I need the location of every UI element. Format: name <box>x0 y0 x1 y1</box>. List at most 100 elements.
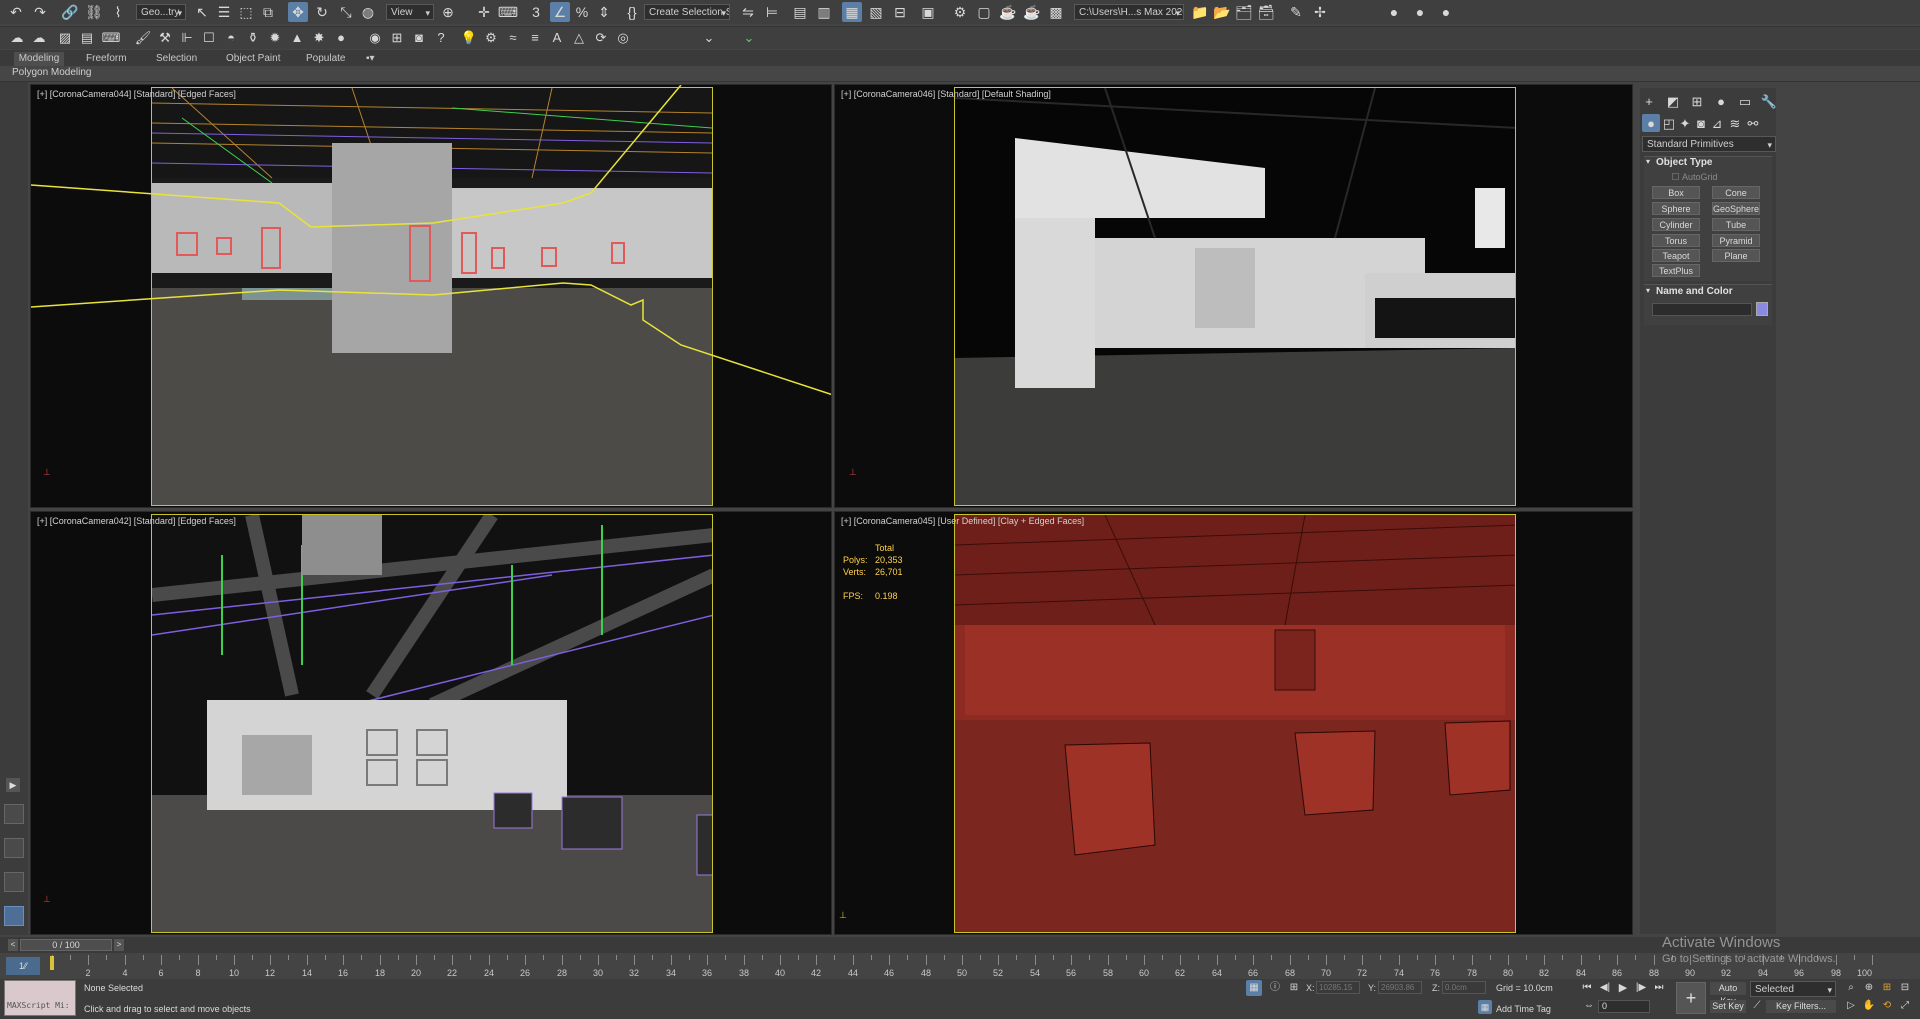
rollout-toggle-icon[interactable]: ▾ <box>1646 286 1650 295</box>
pivot-center-icon[interactable]: ⊕ <box>438 2 458 22</box>
go-to-end-icon[interactable]: ⏭ <box>1652 980 1666 996</box>
loop-icon[interactable]: ⟳ <box>592 28 610 46</box>
tab-freeform[interactable]: Freeform <box>86 52 127 66</box>
link-icon[interactable]: 🔗 <box>60 2 80 22</box>
sphere-button[interactable]: Sphere <box>1652 202 1700 215</box>
reference-coordinate-dropdown[interactable]: View <box>386 4 434 20</box>
previous-frame-icon[interactable]: ◀| <box>1598 980 1612 996</box>
bind-spacewarp-icon[interactable]: ⌇ <box>108 2 128 22</box>
motion-tab-icon[interactable]: ● <box>1712 92 1730 110</box>
target-icon[interactable]: ◎ <box>614 28 632 46</box>
spacewarps-icon[interactable]: ≋ <box>1726 114 1744 132</box>
box-button[interactable]: Box <box>1652 186 1700 199</box>
torus-button[interactable]: Torus <box>1652 234 1700 247</box>
tube-button[interactable]: Tube <box>1712 218 1760 231</box>
hierarchy-tab-icon[interactable]: ⊞ <box>1688 92 1706 110</box>
snap-3d-icon[interactable]: 3 <box>526 2 546 22</box>
render-setup-icon[interactable]: ⚙ <box>950 2 970 22</box>
pan-icon[interactable]: ✋ <box>1862 998 1876 1014</box>
grid-icon[interactable]: ⊞ <box>388 28 406 46</box>
window-crossing-icon[interactable]: ⧉ <box>258 2 278 22</box>
render-activeshade-icon[interactable]: ▩ <box>1046 2 1066 22</box>
tools-icon[interactable]: ⚒ <box>156 28 174 46</box>
unlink-icon[interactable]: ⛓ <box>84 2 104 22</box>
circle-icon-2[interactable]: ● <box>1410 2 1430 22</box>
keyboard-shortcut-icon[interactable]: ⌨ <box>498 2 518 22</box>
cone-icon[interactable]: ▲ <box>288 28 306 46</box>
selection-filter-dropdown[interactable]: Geo...try <box>136 4 186 20</box>
zoom-extents-icon[interactable]: ⊞ <box>1880 980 1894 996</box>
percent-snap-icon[interactable]: % <box>572 2 592 22</box>
schematic-view-icon[interactable]: ⊟ <box>890 2 910 22</box>
helpers-icon[interactable]: ⊿ <box>1708 114 1726 132</box>
teapot-icon[interactable]: ⚱ <box>244 28 262 46</box>
tab-selection[interactable]: Selection <box>156 52 197 66</box>
sun-icon[interactable]: ✹ <box>266 28 284 46</box>
color-swatch[interactable] <box>1756 302 1768 316</box>
layout-icon-1[interactable] <box>4 804 24 824</box>
triangle-icon[interactable]: △ <box>570 28 588 46</box>
create-tab-icon[interactable]: + <box>1640 92 1658 110</box>
selection-lock-icon[interactable]: ▦ <box>1246 980 1262 996</box>
maxscript-listener[interactable]: MAXScript Mi: <box>4 980 76 1016</box>
add-time-tag-label[interactable]: Add Time Tag <box>1496 1004 1551 1014</box>
viewport-label[interactable]: [+] [CoronaCamera045] [User Defined] [Cl… <box>841 516 1084 526</box>
layer-explorer-icon[interactable]: ▥ <box>814 2 834 22</box>
align-icon[interactable]: ⊨ <box>762 2 782 22</box>
green-chevron-icon[interactable]: ⌄ <box>740 28 758 46</box>
pin-icon[interactable]: ✢ <box>1310 2 1330 22</box>
gear-icon[interactable]: ⚙ <box>482 28 500 46</box>
systems-icon[interactable]: ⚯ <box>1744 114 1762 132</box>
cylinder-button[interactable]: Cylinder <box>1652 218 1700 231</box>
rotate-icon[interactable]: ↻ <box>312 2 332 22</box>
project-path-dropdown[interactable]: C:\Users\H...s Max 2020 <box>1074 4 1184 20</box>
viewport-top-right[interactable]: [+] [CoronaCamera046] [Standard] [Defaul… <box>834 84 1633 508</box>
material-editor-icon[interactable]: ▣ <box>918 2 938 22</box>
isolate-icon[interactable]: ⓘ <box>1268 980 1282 996</box>
object-type-title[interactable]: Object Type <box>1656 157 1713 168</box>
polygon-modeling-label[interactable]: Polygon Modeling <box>12 67 92 78</box>
half-sphere-icon[interactable]: ◓ <box>222 28 240 46</box>
time-next-button[interactable]: > <box>114 939 124 951</box>
key-filters-button[interactable]: Key Filters... <box>1766 1000 1836 1013</box>
field-of-view-icon[interactable]: ▷ <box>1844 998 1858 1014</box>
folder-options-icon[interactable]: 🗃 <box>1256 2 1276 22</box>
plane-button[interactable]: Plane <box>1712 249 1760 262</box>
zoom-extents-all-icon[interactable]: ⊟ <box>1898 980 1912 996</box>
category-dropdown[interactable]: Standard Primitives <box>1642 136 1776 152</box>
set-key-big-button[interactable]: + <box>1676 982 1706 1014</box>
undo-icon[interactable]: ↶ <box>6 2 26 22</box>
zoom-icon[interactable]: ⌕ <box>1844 980 1858 996</box>
layout-icon-4[interactable] <box>4 906 24 926</box>
select-object-icon[interactable]: ↖ <box>192 2 212 22</box>
ribbon-options-icon[interactable]: ▪▾ <box>366 52 375 66</box>
bulb-icon[interactable]: ✸ <box>310 28 328 46</box>
edit-named-selection-icon[interactable]: {} <box>622 2 642 22</box>
scale-icon[interactable]: ⤡ <box>336 2 356 22</box>
curve-editor-icon[interactable]: ▧ <box>866 2 886 22</box>
rendered-frame-icon[interactable]: ▢ <box>974 2 994 22</box>
key-filter-icon[interactable]: ⟋ <box>1750 998 1764 1014</box>
track-bar-icon[interactable]: 1⁄⁄ <box>6 957 40 975</box>
image-icon[interactable]: ▨ <box>56 28 74 46</box>
time-prev-button[interactable]: < <box>8 939 18 951</box>
geosphere-button[interactable]: GeoSphere <box>1712 202 1760 215</box>
y-coordinate-field[interactable]: 26903.86 <box>1378 981 1422 994</box>
circle-icon-3[interactable]: ● <box>1436 2 1456 22</box>
viewport-label[interactable]: [+] [CoronaCamera044] [Standard] [Edged … <box>37 89 236 99</box>
zoom-all-icon[interactable]: ⊕ <box>1862 980 1876 996</box>
viewport-bottom-right[interactable]: Total Polys: 20,353 Verts: 26,701 FPS: 0… <box>834 511 1633 935</box>
rect-selection-icon[interactable]: ⬚ <box>236 2 256 22</box>
save-folder-icon[interactable]: 🗂 <box>1234 2 1254 22</box>
mirror-icon[interactable]: ⇋ <box>738 2 758 22</box>
set-key-button[interactable]: Set Key <box>1710 1000 1746 1013</box>
placement-icon[interactable]: ◍ <box>358 2 378 22</box>
cone-button[interactable]: Cone <box>1712 186 1760 199</box>
keyboard-icon[interactable]: ⌨ <box>102 28 121 46</box>
viewport-top-left[interactable]: [+] [CoronaCamera044] [Standard] [Edged … <box>30 84 832 508</box>
expand-arrow-icon[interactable]: ▶ <box>6 778 20 792</box>
viewport-label[interactable]: [+] [CoronaCamera046] [Standard] [Defaul… <box>841 89 1051 99</box>
name-color-title[interactable]: Name and Color <box>1656 286 1733 297</box>
teapot-button[interactable]: Teapot <box>1652 249 1700 262</box>
key-mode-icon[interactable]: ⇔ <box>1582 998 1596 1014</box>
